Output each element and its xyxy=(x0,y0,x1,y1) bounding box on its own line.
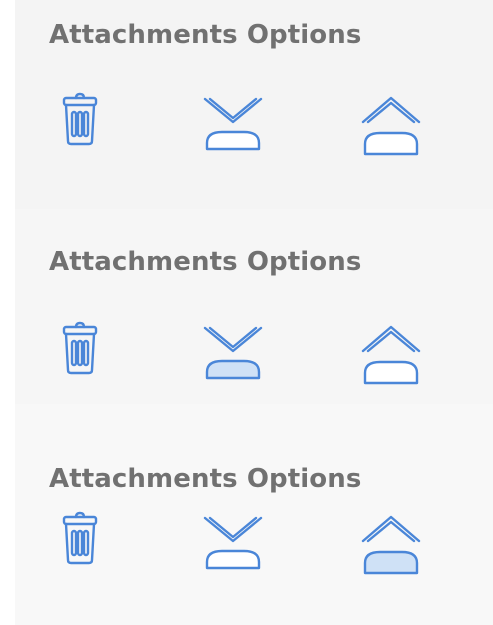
trash-icon xyxy=(62,321,98,375)
trash-icon xyxy=(62,92,98,146)
panel-title: Attachments Options xyxy=(49,247,362,277)
move-up-button[interactable] xyxy=(356,88,426,158)
move-up-button[interactable] xyxy=(356,507,426,577)
attachment-actions-toolbar xyxy=(15,507,493,577)
move-down-button[interactable] xyxy=(198,507,268,577)
attachment-actions-toolbar xyxy=(15,317,493,387)
move-down-button[interactable] xyxy=(198,317,268,387)
panel-title: Attachments Options xyxy=(49,464,362,494)
trash-icon xyxy=(62,511,98,565)
attachments-options-panel: Attachments Options xyxy=(15,0,493,209)
move-down-button[interactable] xyxy=(198,88,268,158)
panel-title: Attachments Options xyxy=(49,20,362,50)
attachments-options-panel: Attachments Options xyxy=(15,404,493,625)
attachments-options-panel: Attachments Options xyxy=(15,209,493,404)
attachment-actions-toolbar xyxy=(15,88,493,158)
move-up-icon xyxy=(361,96,421,156)
move-down-icon xyxy=(203,97,263,151)
move-up-icon xyxy=(361,515,421,575)
delete-attachment-button[interactable] xyxy=(45,88,115,158)
delete-attachment-button[interactable] xyxy=(45,507,115,577)
move-up-button[interactable] xyxy=(356,317,426,387)
delete-attachment-button[interactable] xyxy=(45,317,115,387)
move-up-icon xyxy=(361,325,421,385)
move-down-icon xyxy=(203,516,263,570)
move-down-icon xyxy=(203,326,263,380)
